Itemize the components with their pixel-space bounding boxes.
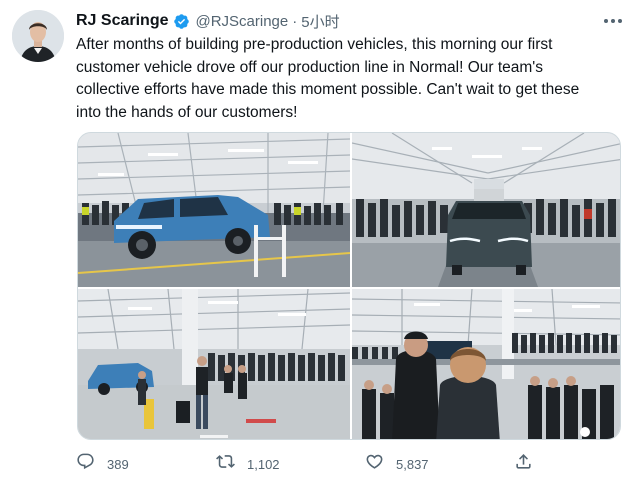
tweet-header: RJ Scaringe @RJScaringe · 5小时 [76,10,340,32]
tweet-timestamp[interactable]: 5小时 [301,11,339,32]
photo-green-truck-front[interactable] [352,133,620,287]
like-count: 5,837 [396,456,429,472]
retweet-count: 1,102 [247,456,280,472]
author-name[interactable]: RJ Scaringe [76,12,168,30]
media-grid [77,132,621,440]
share-button[interactable] [514,452,533,476]
verified-badge-icon [173,13,190,30]
like-button[interactable]: 5,837 [365,452,429,476]
tweet[interactable]: RJ Scaringe @RJScaringe · 5小时 After mont… [0,0,641,480]
photo-man-child-crowd[interactable] [352,289,620,439]
photo-crowd-blue-truck[interactable] [78,289,350,439]
tweet-text: After months of building pre-production … [76,36,580,121]
separator-dot: · [292,12,298,30]
reply-button[interactable]: 389 [76,452,129,476]
author-handle[interactable]: @RJScaringe [195,13,288,30]
share-icon [514,452,533,476]
like-icon [365,452,384,476]
retweet-button[interactable]: 1,102 [216,452,280,476]
more-options-icon[interactable] [600,12,626,30]
reply-count: 389 [107,456,129,472]
photo-blue-truck-factory[interactable] [78,133,350,287]
reply-icon [76,452,95,476]
tweet-action-bar: 389 1,102 5,837 [76,452,621,476]
retweet-icon [216,452,235,476]
avatar[interactable] [12,10,64,62]
